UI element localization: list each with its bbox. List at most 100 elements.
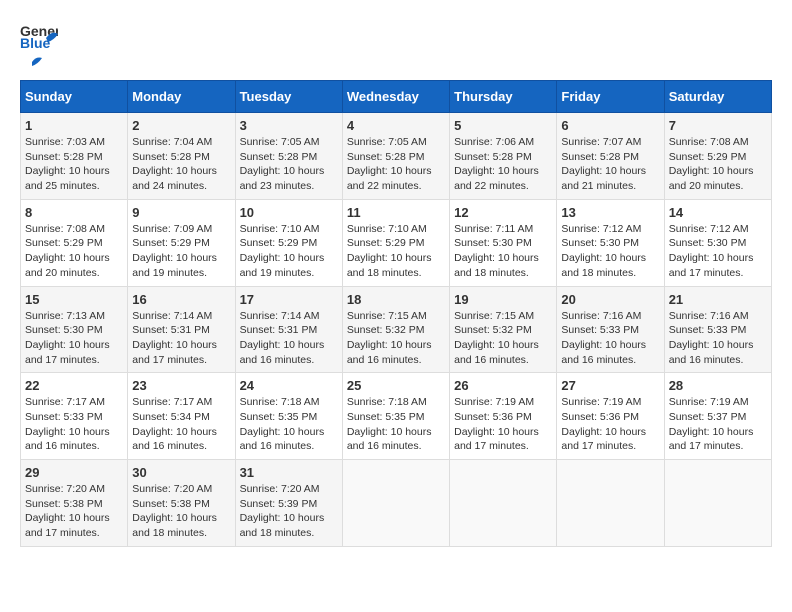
day-info: Sunrise: 7:20 AMSunset: 5:38 PMDaylight:… (132, 482, 230, 541)
day-number: 20 (561, 292, 659, 307)
calendar-cell: 14 Sunrise: 7:12 AMSunset: 5:30 PMDayligh… (664, 199, 771, 286)
calendar-cell (557, 460, 664, 547)
day-number: 23 (132, 378, 230, 393)
day-number: 9 (132, 205, 230, 220)
day-info: Sunrise: 7:19 AMSunset: 5:37 PMDaylight:… (669, 395, 767, 454)
day-info: Sunrise: 7:15 AMSunset: 5:32 PMDaylight:… (454, 309, 552, 368)
day-info: Sunrise: 7:20 AMSunset: 5:39 PMDaylight:… (240, 482, 338, 541)
day-number: 27 (561, 378, 659, 393)
calendar-cell: 29 Sunrise: 7:20 AMSunset: 5:38 PMDayligh… (21, 460, 128, 547)
day-info: Sunrise: 7:12 AMSunset: 5:30 PMDaylight:… (669, 222, 767, 281)
day-info: Sunrise: 7:09 AMSunset: 5:29 PMDaylight:… (132, 222, 230, 281)
calendar-cell: 12 Sunrise: 7:11 AMSunset: 5:30 PMDayligh… (450, 199, 557, 286)
day-number: 21 (669, 292, 767, 307)
day-number: 22 (25, 378, 123, 393)
day-info: Sunrise: 7:19 AMSunset: 5:36 PMDaylight:… (561, 395, 659, 454)
day-number: 25 (347, 378, 445, 393)
calendar-cell: 11 Sunrise: 7:10 AMSunset: 5:29 PMDayligh… (342, 199, 449, 286)
calendar-cell: 27 Sunrise: 7:19 AMSunset: 5:36 PMDayligh… (557, 373, 664, 460)
day-info: Sunrise: 7:20 AMSunset: 5:38 PMDaylight:… (25, 482, 123, 541)
header-tuesday: Tuesday (235, 81, 342, 113)
day-info: Sunrise: 7:06 AMSunset: 5:28 PMDaylight:… (454, 135, 552, 194)
day-info: Sunrise: 7:17 AMSunset: 5:34 PMDaylight:… (132, 395, 230, 454)
day-number: 13 (561, 205, 659, 220)
day-info: Sunrise: 7:14 AMSunset: 5:31 PMDaylight:… (240, 309, 338, 368)
day-info: Sunrise: 7:18 AMSunset: 5:35 PMDaylight:… (347, 395, 445, 454)
day-number: 4 (347, 118, 445, 133)
day-info: Sunrise: 7:10 AMSunset: 5:29 PMDaylight:… (347, 222, 445, 281)
calendar-cell: 2 Sunrise: 7:04 AMSunset: 5:28 PMDaylight… (128, 113, 235, 200)
day-info: Sunrise: 7:17 AMSunset: 5:33 PMDaylight:… (25, 395, 123, 454)
day-info: Sunrise: 7:16 AMSunset: 5:33 PMDaylight:… (669, 309, 767, 368)
day-number: 30 (132, 465, 230, 480)
day-info: Sunrise: 7:19 AMSunset: 5:36 PMDaylight:… (454, 395, 552, 454)
day-number: 8 (25, 205, 123, 220)
calendar-cell: 21 Sunrise: 7:16 AMSunset: 5:33 PMDayligh… (664, 286, 771, 373)
calendar-cell: 30 Sunrise: 7:20 AMSunset: 5:38 PMDayligh… (128, 460, 235, 547)
day-number: 29 (25, 465, 123, 480)
calendar-header-row: SundayMondayTuesdayWednesdayThursdayFrid… (21, 81, 772, 113)
calendar-cell: 24 Sunrise: 7:18 AMSunset: 5:35 PMDayligh… (235, 373, 342, 460)
calendar-cell: 19 Sunrise: 7:15 AMSunset: 5:32 PMDayligh… (450, 286, 557, 373)
calendar-cell (342, 460, 449, 547)
logo-icon: General Blue (20, 20, 58, 52)
calendar-cell (664, 460, 771, 547)
calendar-week-5: 29 Sunrise: 7:20 AMSunset: 5:38 PMDayligh… (21, 460, 772, 547)
calendar-cell: 28 Sunrise: 7:19 AMSunset: 5:37 PMDayligh… (664, 373, 771, 460)
header-thursday: Thursday (450, 81, 557, 113)
calendar-cell: 5 Sunrise: 7:06 AMSunset: 5:28 PMDaylight… (450, 113, 557, 200)
day-number: 12 (454, 205, 552, 220)
day-info: Sunrise: 7:10 AMSunset: 5:29 PMDaylight:… (240, 222, 338, 281)
day-number: 15 (25, 292, 123, 307)
day-info: Sunrise: 7:08 AMSunset: 5:29 PMDaylight:… (669, 135, 767, 194)
day-info: Sunrise: 7:15 AMSunset: 5:32 PMDaylight:… (347, 309, 445, 368)
calendar-week-3: 15 Sunrise: 7:13 AMSunset: 5:30 PMDayligh… (21, 286, 772, 373)
calendar-cell: 26Sunrise: 7:19 AMSunset: 5:36 PMDayligh… (450, 373, 557, 460)
day-number: 24 (240, 378, 338, 393)
day-number: 19 (454, 292, 552, 307)
svg-text:Blue: Blue (20, 35, 51, 51)
day-number: 14 (669, 205, 767, 220)
day-info: Sunrise: 7:05 AMSunset: 5:28 PMDaylight:… (347, 135, 445, 194)
calendar-cell: 25 Sunrise: 7:18 AMSunset: 5:35 PMDayligh… (342, 373, 449, 460)
day-info: Sunrise: 7:12 AMSunset: 5:30 PMDaylight:… (561, 222, 659, 281)
calendar-cell: 20Sunrise: 7:16 AMSunset: 5:33 PMDayligh… (557, 286, 664, 373)
calendar-week-1: 1 Sunrise: 7:03 AMSunset: 5:28 PMDaylight… (21, 113, 772, 200)
day-number: 7 (669, 118, 767, 133)
calendar-cell: 31Sunrise: 7:20 AMSunset: 5:39 PMDayligh… (235, 460, 342, 547)
calendar-cell: 16 Sunrise: 7:14 AMSunset: 5:31 PMDayligh… (128, 286, 235, 373)
day-info: Sunrise: 7:04 AMSunset: 5:28 PMDaylight:… (132, 135, 230, 194)
day-number: 1 (25, 118, 123, 133)
calendar-cell: 8 Sunrise: 7:08 AMSunset: 5:29 PMDaylight… (21, 199, 128, 286)
header-monday: Monday (128, 81, 235, 113)
day-number: 17 (240, 292, 338, 307)
day-info: Sunrise: 7:03 AMSunset: 5:28 PMDaylight:… (25, 135, 123, 194)
calendar-cell: 23 Sunrise: 7:17 AMSunset: 5:34 PMDayligh… (128, 373, 235, 460)
calendar-cell: 17 Sunrise: 7:14 AMSunset: 5:31 PMDayligh… (235, 286, 342, 373)
day-number: 2 (132, 118, 230, 133)
calendar-cell: 18 Sunrise: 7:15 AMSunset: 5:32 PMDayligh… (342, 286, 449, 373)
day-info: Sunrise: 7:07 AMSunset: 5:28 PMDaylight:… (561, 135, 659, 194)
day-number: 16 (132, 292, 230, 307)
day-info: Sunrise: 7:18 AMSunset: 5:35 PMDaylight:… (240, 395, 338, 454)
calendar-cell: 13 Sunrise: 7:12 AMSunset: 5:30 PMDayligh… (557, 199, 664, 286)
day-number: 10 (240, 205, 338, 220)
day-number: 18 (347, 292, 445, 307)
logo-bird-icon (22, 54, 44, 70)
day-info: Sunrise: 7:14 AMSunset: 5:31 PMDaylight:… (132, 309, 230, 368)
day-info: Sunrise: 7:13 AMSunset: 5:30 PMDaylight:… (25, 309, 123, 368)
day-number: 11 (347, 205, 445, 220)
day-info: Sunrise: 7:08 AMSunset: 5:29 PMDaylight:… (25, 222, 123, 281)
day-info: Sunrise: 7:05 AMSunset: 5:28 PMDaylight:… (240, 135, 338, 194)
calendar-week-4: 22 Sunrise: 7:17 AMSunset: 5:33 PMDayligh… (21, 373, 772, 460)
day-number: 3 (240, 118, 338, 133)
calendar-cell: 1 Sunrise: 7:03 AMSunset: 5:28 PMDaylight… (21, 113, 128, 200)
day-number: 28 (669, 378, 767, 393)
header-saturday: Saturday (664, 81, 771, 113)
calendar-cell: 9 Sunrise: 7:09 AMSunset: 5:29 PMDaylight… (128, 199, 235, 286)
header-sunday: Sunday (21, 81, 128, 113)
day-info: Sunrise: 7:11 AMSunset: 5:30 PMDaylight:… (454, 222, 552, 281)
day-number: 5 (454, 118, 552, 133)
calendar-cell: 22 Sunrise: 7:17 AMSunset: 5:33 PMDayligh… (21, 373, 128, 460)
calendar-table: SundayMondayTuesdayWednesdayThursdayFrid… (20, 80, 772, 547)
